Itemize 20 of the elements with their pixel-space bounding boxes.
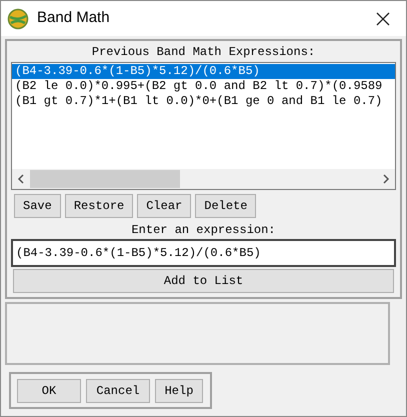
scroll-left-icon[interactable]: [17, 174, 25, 184]
list-button[interactable]: Restore: [64, 194, 134, 218]
list-button[interactable]: Save: [14, 194, 61, 218]
globe-icon: [7, 8, 29, 30]
expression-list[interactable]: (B4-3.39-0.6*(1-B5)*5.12)/(0.6*B5) (B2 le 0.0)*0.995+(B2 gt 0.0 and B2 lt 0.7)*(0.9589 (B1 gt 0.7)*1+(B1 lt 0.0)*0+(B1 ge 0 and B1 le 0.7): [11, 62, 396, 190]
window-title: Band Math: [37, 8, 110, 28]
add-to-list-button[interactable]: Add to List: [13, 269, 394, 293]
dialog-button[interactable]: OK: [17, 378, 81, 402]
expression-field[interactable]: (B4-3.39-0.6*(1-B5)*5.12)/(0.6*B5): [11, 239, 396, 267]
horizontal-scrollbar[interactable]: [12, 169, 395, 189]
list-item[interactable]: (B4-3.39-0.6*(1-B5)*5.12)/(0.6*B5): [12, 64, 395, 79]
list-label: Previous Band Math Expressions:: [90, 44, 316, 60]
scroll-right-icon[interactable]: [382, 174, 390, 184]
dialog-button[interactable]: Help: [155, 378, 203, 402]
list-button[interactable]: Delete: [195, 194, 256, 218]
expression-label: Enter an expression:: [130, 222, 277, 238]
scrollbar-thumb[interactable]: [30, 170, 180, 188]
list-button[interactable]: Clear: [137, 194, 192, 218]
dialog-button[interactable]: Cancel: [86, 378, 150, 402]
close-icon[interactable]: [376, 12, 390, 26]
